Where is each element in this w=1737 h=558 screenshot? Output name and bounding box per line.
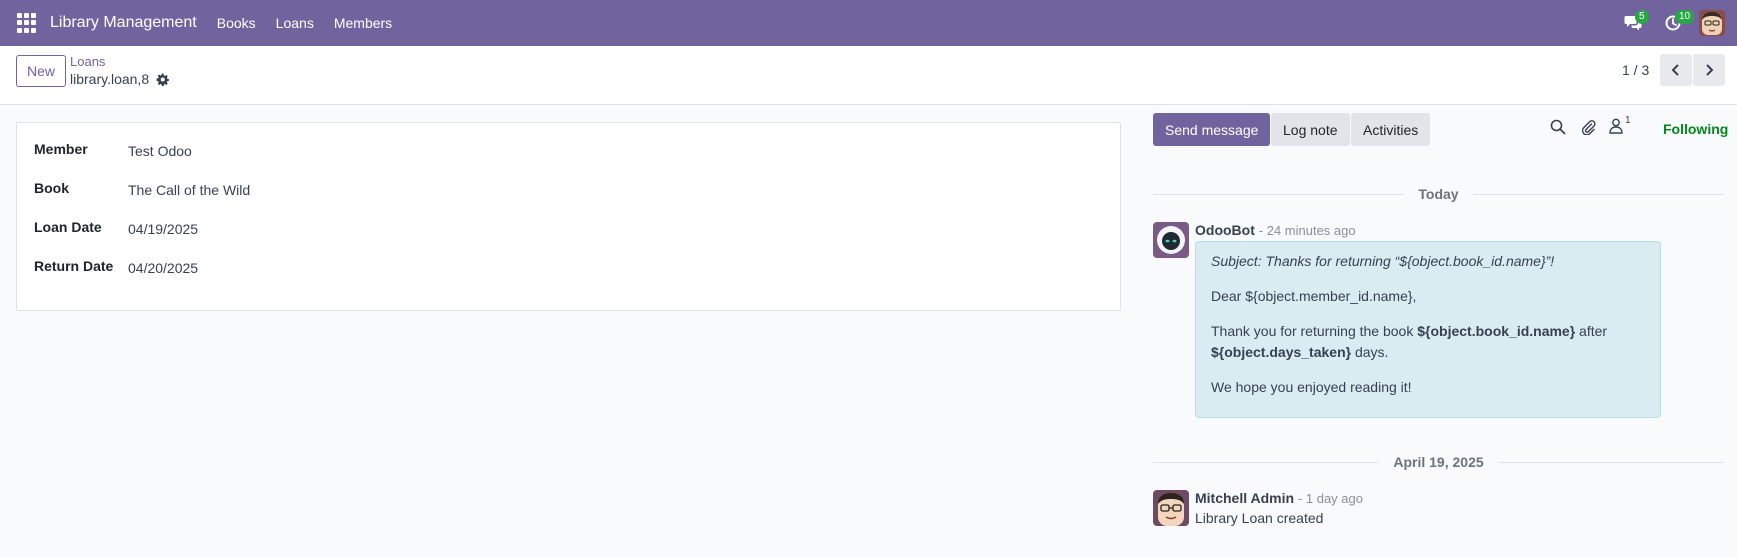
send-message-button[interactable]: Send message	[1153, 113, 1271, 146]
messages-count-badge: 5	[1635, 10, 1649, 24]
message-body: Library Loan created	[1195, 510, 1324, 526]
field-label-book: Book	[34, 180, 69, 196]
message-body: Thank you for returning the book ${objec…	[1211, 323, 1608, 360]
field-value-member[interactable]: Test Odoo	[128, 143, 192, 159]
search-icon[interactable]	[1550, 119, 1566, 135]
activities-count-badge: 10	[1675, 10, 1695, 24]
pager-previous-button[interactable]	[1660, 54, 1692, 86]
apps-icon[interactable]	[17, 13, 37, 33]
followers-button[interactable]: 1	[1609, 115, 1631, 134]
breadcrumb-loans[interactable]: Loans	[70, 54, 105, 69]
message-days-placeholder: ${object.days_taken}	[1211, 344, 1352, 360]
gear-icon[interactable]	[156, 72, 170, 86]
main-menu: Books Loans Members	[207, 0, 402, 46]
field-label-member: Member	[34, 141, 88, 157]
systray: 5 10	[1613, 0, 1725, 46]
user-avatar[interactable]	[1699, 10, 1725, 36]
field-member: Member Test Odoo	[34, 141, 192, 159]
date-separator-label: April 19, 2025	[1393, 454, 1484, 470]
field-label-loan-date: Loan Date	[34, 219, 102, 235]
menu-item-books[interactable]: Books	[207, 0, 266, 46]
message-greeting: Dear ${object.member_id.name},	[1211, 288, 1417, 304]
new-button[interactable]: New	[16, 55, 66, 87]
field-loan-date: Loan Date 04/19/2025	[34, 219, 198, 237]
record-name: library.loan,8	[70, 71, 150, 87]
message-author-name[interactable]: OdooBot	[1195, 222, 1255, 238]
chevron-right-icon	[1706, 64, 1714, 76]
message-bubble: Subject: Thanks for returning “${object.…	[1195, 241, 1661, 418]
pager-value[interactable]: 1 / 3	[1622, 62, 1649, 78]
date-separator-april-19: April 19, 2025	[1153, 452, 1724, 472]
message-time: - 24 minutes ago	[1258, 223, 1356, 238]
record-title: library.loan,8	[70, 71, 170, 87]
menu-item-members[interactable]: Members	[324, 0, 402, 46]
following-button[interactable]: Following	[1663, 121, 1728, 137]
field-value-book[interactable]: The Call of the Wild	[128, 182, 250, 198]
field-value-loan-date[interactable]: 04/19/2025	[128, 221, 198, 237]
user-icon	[1609, 118, 1623, 134]
paperclip-icon[interactable]	[1580, 119, 1596, 135]
field-value-return-date[interactable]: 04/20/2025	[128, 260, 198, 276]
message-time: - 1 day ago	[1297, 491, 1363, 506]
form-sheet: Member Test Odoo Book The Call of the Wi…	[16, 122, 1121, 311]
field-book: Book The Call of the Wild	[34, 180, 250, 198]
app-title[interactable]: Library Management	[50, 14, 197, 32]
mitchell-admin-avatar[interactable]	[1153, 490, 1189, 526]
field-label-return-date: Return Date	[34, 258, 114, 274]
odoobot-avatar[interactable]	[1153, 222, 1189, 258]
followers-count: 1	[1625, 115, 1631, 126]
field-return-date: Return Date 04/20/2025	[34, 258, 198, 276]
activities-button[interactable]: Activities	[1351, 113, 1431, 146]
message-author: OdooBot - 24 minutes ago	[1195, 222, 1356, 238]
control-panel: New Loans library.loan,8 1 / 3	[0, 46, 1737, 105]
date-separator-label: Today	[1418, 186, 1459, 202]
messages-button[interactable]: 5	[1613, 0, 1653, 46]
message-book-placeholder: ${object.book_id.name}	[1417, 323, 1576, 339]
menu-item-loans[interactable]: Loans	[266, 0, 324, 46]
pager-next-button[interactable]	[1693, 54, 1725, 86]
date-separator-today: Today	[1153, 184, 1725, 204]
message-author: Mitchell Admin - 1 day ago	[1195, 490, 1363, 506]
activities-button[interactable]: 10	[1653, 0, 1695, 46]
chevron-left-icon	[1671, 64, 1679, 76]
message-closing: We hope you enjoyed reading it!	[1211, 379, 1412, 395]
message-author-name[interactable]: Mitchell Admin	[1195, 490, 1294, 506]
log-note-button[interactable]: Log note	[1271, 113, 1350, 146]
message-subject: Subject: Thanks for returning “${object.…	[1211, 253, 1555, 269]
top-navbar: Library Management Books Loans Members 5…	[0, 0, 1737, 46]
